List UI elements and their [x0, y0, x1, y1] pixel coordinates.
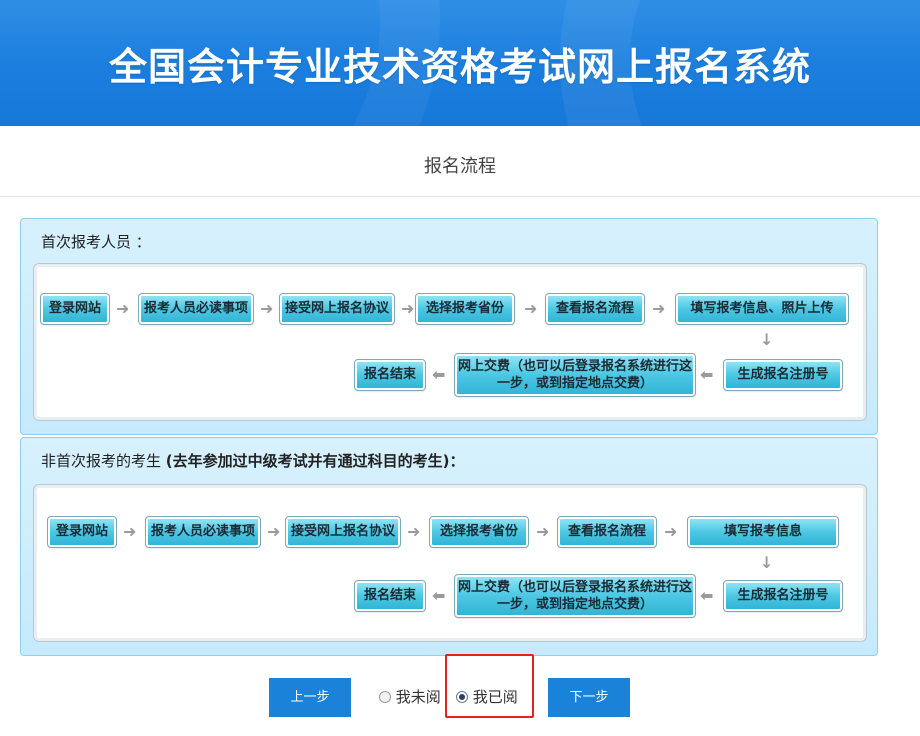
step-fill-info-upload-photo: 填写报考信息、照片上传: [675, 293, 849, 325]
arrow-down-icon: ↓: [760, 553, 774, 572]
arrow-right-icon: ➜: [116, 299, 130, 318]
step-login: 登录网站: [47, 516, 117, 548]
page-title-bar: 报名流程: [0, 126, 920, 197]
step-generate-reg-number: 生成报名注册号: [723, 359, 843, 391]
not-read-label: 我未阅: [395, 688, 441, 706]
step-accept-agreement: 接受网上报名协议: [285, 516, 401, 548]
step-login: 登录网站: [40, 293, 110, 325]
read-option-highlight: [445, 654, 534, 718]
arrow-right-icon: ➜: [652, 299, 666, 318]
page-title: 报名流程: [424, 156, 496, 177]
arrow-left-icon: ⬅: [432, 365, 446, 384]
arrow-down-icon: ↓: [760, 330, 774, 349]
step-read-notice: 报考人员必读事项: [145, 516, 261, 548]
step-select-province: 选择报考省份: [415, 293, 515, 325]
step-online-payment: 网上交费（也可以后登录报名系统进行这一步，或到指定地点交费）: [454, 353, 696, 397]
step-select-province: 选择报考省份: [429, 516, 529, 548]
arrow-right-icon: ➜: [123, 522, 137, 541]
repeat-applicant-flow-panel: 非首次报考的考生 (去年参加过中级考试并有通过科目的考生)： 登录网站 ➜ 报考…: [20, 437, 878, 656]
step-finish: 报名结束: [354, 359, 426, 391]
system-title: 全国会计专业技术资格考试网上报名系统: [108, 45, 811, 89]
step-online-payment: 网上交费（也可以后登录报名系统进行这一步，或到指定地点交费）: [454, 574, 696, 618]
arrow-right-icon: ➜: [407, 522, 421, 541]
step-generate-reg-number: 生成报名注册号: [723, 580, 843, 612]
header-banner: 全国会计专业技术资格考试网上报名系统: [0, 0, 920, 126]
panel-heading-note: (去年参加过中级考试并有通过科目的考生)：: [165, 452, 465, 470]
first-time-flow-panel: 首次报考人员 ： 登录网站 ➜ 报考人员必读事项 ➜ 接受网上报名协议 ➜ 选择…: [20, 218, 878, 435]
step-accept-agreement: 接受网上报名协议: [279, 293, 395, 325]
arrow-right-icon: ➜: [267, 522, 281, 541]
arrow-right-icon: ➜: [260, 299, 274, 318]
panel-heading-label: 非首次报考的考生: [41, 452, 162, 470]
step-view-process: 查看报名流程: [557, 516, 657, 548]
prev-step-button[interactable]: 上一步: [269, 678, 351, 717]
step-view-process: 查看报名流程: [545, 293, 645, 325]
arrow-left-icon: ⬅: [700, 365, 714, 384]
arrow-right-icon: ➜: [664, 522, 678, 541]
arrow-left-icon: ⬅: [432, 586, 446, 605]
arrow-right-icon: ➜: [536, 522, 550, 541]
arrow-right-icon: ➜: [524, 299, 538, 318]
flow-diagram: 登录网站 ➜ 报考人员必读事项 ➜ 接受网上报名协议 ➜ 选择报考省份 ➜ 查看…: [33, 263, 867, 421]
not-read-option[interactable]: 我未阅: [379, 686, 441, 707]
not-read-radio[interactable]: [379, 690, 391, 703]
step-read-notice: 报考人员必读事项: [138, 293, 254, 325]
step-fill-info: 填写报考信息: [687, 516, 839, 548]
arrow-right-icon: ➜: [401, 299, 415, 318]
next-step-button[interactable]: 下一步: [548, 678, 630, 717]
panel-heading: 首次报考人员 ：: [41, 233, 151, 251]
step-finish: 报名结束: [354, 580, 426, 612]
flow-diagram: 登录网站 ➜ 报考人员必读事项 ➜ 接受网上报名协议 ➜ 选择报考省份 ➜ 查看…: [33, 484, 867, 642]
arrow-left-icon: ⬅: [700, 586, 714, 605]
panel-heading: 非首次报考的考生 (去年参加过中级考试并有通过科目的考生)：: [41, 450, 465, 471]
